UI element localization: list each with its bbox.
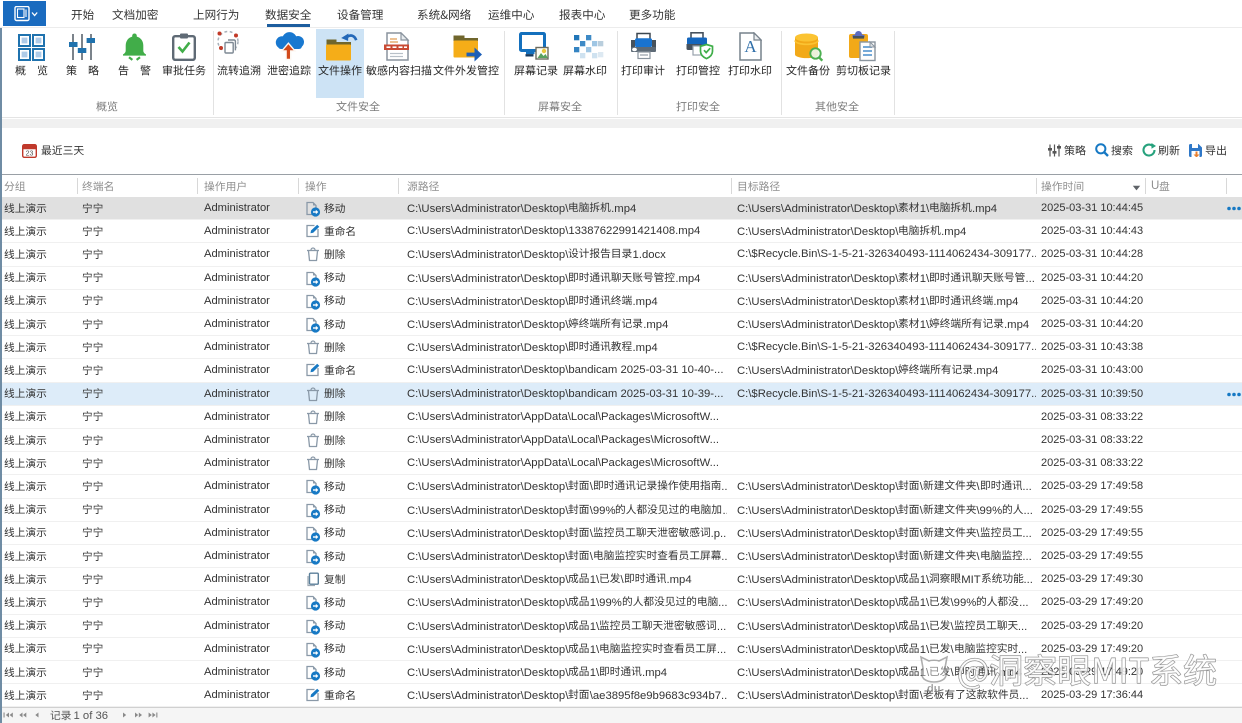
svg-text:23: 23	[26, 151, 34, 158]
svg-text:du: du	[927, 683, 940, 695]
